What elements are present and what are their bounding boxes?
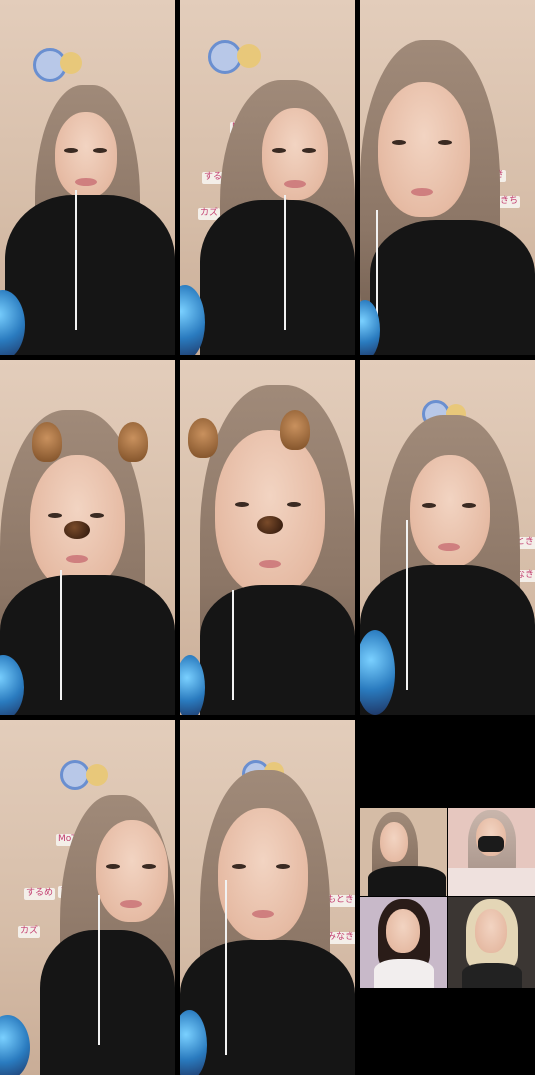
blanket — [448, 868, 535, 896]
black-top — [0, 575, 175, 715]
white-top — [374, 959, 434, 988]
eye — [276, 864, 290, 869]
eye — [235, 502, 249, 507]
dog-ear — [280, 410, 310, 450]
eye — [48, 513, 62, 518]
face — [386, 909, 420, 953]
black-top — [368, 866, 446, 896]
face — [55, 112, 117, 198]
dog-ear — [32, 422, 62, 462]
wall-sticker — [60, 52, 82, 74]
lips — [438, 543, 460, 551]
eye — [287, 502, 301, 507]
lips — [75, 178, 97, 186]
earphone-cable — [232, 590, 234, 700]
lips — [66, 555, 88, 563]
eye — [232, 864, 246, 869]
video-tile-3[interactable]: もとき みなきち — [360, 0, 535, 355]
video-tile-2[interactable]: MoTo するめ さわ カズ — [180, 0, 355, 355]
face — [410, 455, 490, 567]
video-tile-5[interactable] — [180, 360, 355, 715]
earphone-cable — [284, 195, 286, 330]
wall-note: するめ — [24, 888, 56, 900]
video-tile-8[interactable]: もとき みなきち — [180, 720, 355, 1075]
black-top — [5, 195, 175, 355]
eye — [438, 140, 452, 145]
eye — [93, 148, 107, 153]
video-tile-6[interactable]: もとき みなきち — [360, 360, 535, 715]
earphone-cable — [406, 520, 408, 690]
earphone-cable — [225, 880, 227, 1055]
dog-nose — [257, 516, 283, 534]
video-tile-4[interactable] — [0, 360, 175, 715]
black-top — [200, 200, 355, 355]
lips — [411, 188, 433, 196]
eye — [462, 503, 476, 508]
face — [96, 820, 168, 922]
video-grid: MoTo するめ さわ カズ もとき みなきち — [0, 0, 535, 1075]
earphone-cable — [98, 895, 100, 1045]
face — [218, 808, 308, 940]
dog-ear — [118, 422, 148, 462]
wall-sticker — [86, 764, 108, 786]
earphone-cable — [75, 190, 77, 330]
face — [475, 909, 507, 953]
video-tile-1[interactable] — [0, 0, 175, 355]
face — [215, 430, 325, 595]
dog-ear — [188, 418, 218, 458]
eye — [64, 148, 78, 153]
eye — [272, 148, 286, 153]
lips — [284, 180, 306, 188]
video-tile-7[interactable]: MoTo するめ さわ カズ — [0, 720, 175, 1075]
participants-panel — [360, 720, 535, 1075]
eye — [392, 140, 406, 145]
face — [380, 822, 408, 862]
eye — [90, 513, 104, 518]
eye — [422, 503, 436, 508]
face — [30, 455, 125, 590]
participant-thumb-1[interactable] — [360, 808, 447, 896]
earphone-cable — [60, 570, 62, 700]
participant-thumb-4[interactable] — [448, 897, 535, 988]
black-top — [200, 585, 355, 715]
wall-note: カズ — [18, 926, 41, 938]
face-mask — [478, 836, 504, 852]
eye — [106, 864, 120, 869]
lips — [259, 560, 281, 568]
black-top — [40, 930, 175, 1075]
black-top — [370, 220, 535, 355]
face — [378, 82, 470, 217]
participant-thumb-3[interactable] — [360, 897, 447, 988]
face — [262, 108, 328, 200]
eye — [142, 864, 156, 869]
black-top — [462, 963, 522, 988]
wall-sticker — [237, 44, 261, 68]
dog-nose — [64, 521, 90, 539]
lips — [120, 900, 142, 908]
participant-thumb-2[interactable] — [448, 808, 535, 896]
eye — [302, 148, 316, 153]
lips — [252, 910, 274, 918]
